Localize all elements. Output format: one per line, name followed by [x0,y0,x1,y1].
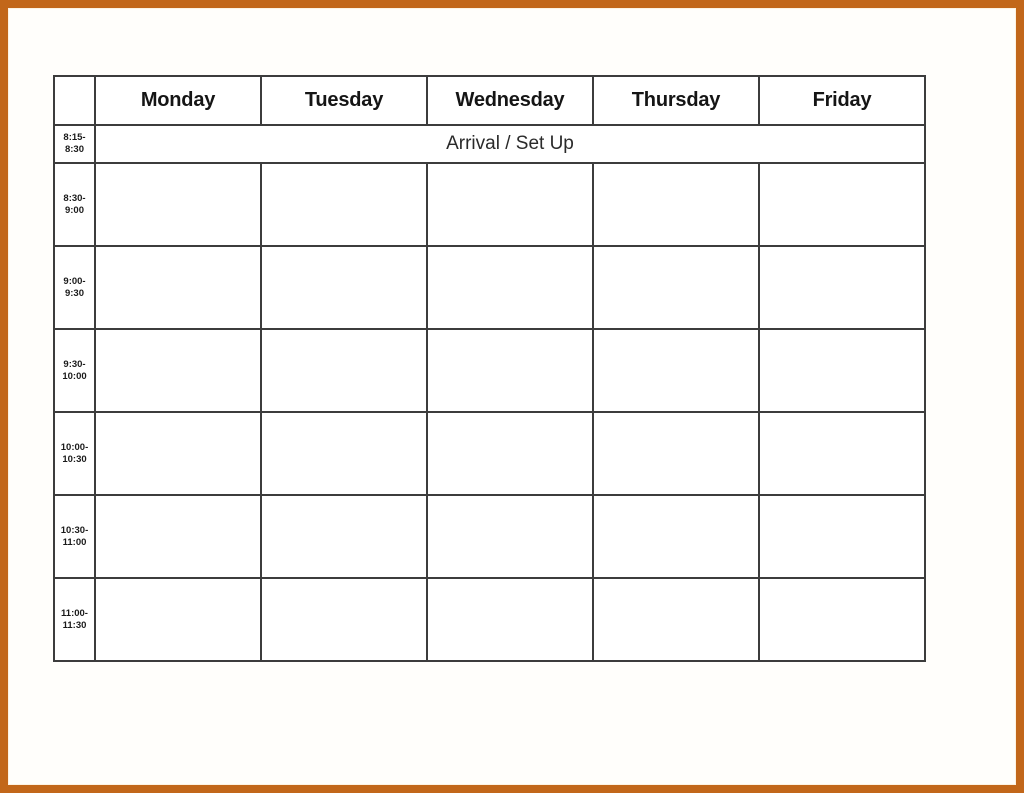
table-row: 8:30- 9:00 [53,162,926,247]
slot-cell[interactable] [592,162,760,247]
time-end: 10:00 [62,370,87,382]
arrival-set-up-cell[interactable]: Arrival / Set Up [94,124,926,164]
slot-cell[interactable] [260,328,428,413]
header-corner-cell [53,75,96,126]
time-end: 9:00 [64,204,84,216]
weekly-schedule-table: Monday Tuesday Wednesday Thursday Friday… [53,75,926,662]
table-header-row: Monday Tuesday Wednesday Thursday Friday [53,75,926,126]
day-header-thursday: Thursday [592,75,760,126]
time-start: 9:00- [63,275,86,287]
time-start: 8:30- [63,192,86,204]
time-label-0815-0830: 8:15- 8:30 [53,124,96,164]
slot-cell[interactable] [94,494,262,579]
time-end: 11:30 [62,619,87,631]
slot-cell[interactable] [426,328,594,413]
slot-cell[interactable] [260,245,428,330]
slot-cell[interactable] [260,162,428,247]
slot-cell[interactable] [94,328,262,413]
slot-cell[interactable] [592,328,760,413]
day-header-tuesday: Tuesday [260,75,428,126]
time-end: 9:30 [64,287,84,299]
slot-cell[interactable] [758,494,926,579]
table-row-arrival: 8:15- 8:30 Arrival / Set Up [53,124,926,164]
slot-cell[interactable] [592,411,760,496]
time-end: 10:30 [62,453,87,465]
schedule-table-container: Monday Tuesday Wednesday Thursday Friday… [53,75,926,662]
slot-cell[interactable] [758,245,926,330]
slot-cell[interactable] [94,577,262,662]
day-header-monday: Monday [94,75,262,126]
time-start: 10:00- [60,441,89,453]
time-start: 10:30- [60,524,89,536]
slot-cell[interactable] [426,577,594,662]
table-row: 10:30- 11:00 [53,494,926,579]
slot-cell[interactable] [758,411,926,496]
page-frame: Monday Tuesday Wednesday Thursday Friday… [0,0,1024,793]
slot-cell[interactable] [426,245,594,330]
slot-cell[interactable] [592,245,760,330]
table-row: 9:30- 10:00 [53,328,926,413]
time-label-1000-1030: 10:00- 10:30 [53,411,96,496]
slot-cell[interactable] [94,162,262,247]
time-end: 11:00 [62,536,87,548]
slot-cell[interactable] [758,328,926,413]
table-row: 9:00- 9:30 [53,245,926,330]
slot-cell[interactable] [260,577,428,662]
slot-cell[interactable] [592,577,760,662]
slot-cell[interactable] [426,411,594,496]
time-label-1030-1100: 10:30- 11:00 [53,494,96,579]
slot-cell[interactable] [758,577,926,662]
time-start: 11:00- [61,607,88,619]
time-end: 8:30 [64,144,84,155]
time-start: 9:30- [63,358,86,370]
slot-cell[interactable] [94,411,262,496]
slot-cell[interactable] [592,494,760,579]
slot-cell[interactable] [426,162,594,247]
time-start: 8:15- [63,132,86,143]
page-canvas: Monday Tuesday Wednesday Thursday Friday… [8,8,1016,785]
slot-cell[interactable] [426,494,594,579]
slot-cell[interactable] [94,245,262,330]
time-label-0930-1000: 9:30- 10:00 [53,328,96,413]
slot-cell[interactable] [260,411,428,496]
table-row: 10:00- 10:30 [53,411,926,496]
time-label-0900-0930: 9:00- 9:30 [53,245,96,330]
table-row: 11:00- 11:30 [53,577,926,662]
time-label-1100-1130: 11:00- 11:30 [53,577,96,662]
day-header-friday: Friday [758,75,926,126]
slot-cell[interactable] [758,162,926,247]
time-label-0830-0900: 8:30- 9:00 [53,162,96,247]
slot-cell[interactable] [260,494,428,579]
day-header-wednesday: Wednesday [426,75,594,126]
